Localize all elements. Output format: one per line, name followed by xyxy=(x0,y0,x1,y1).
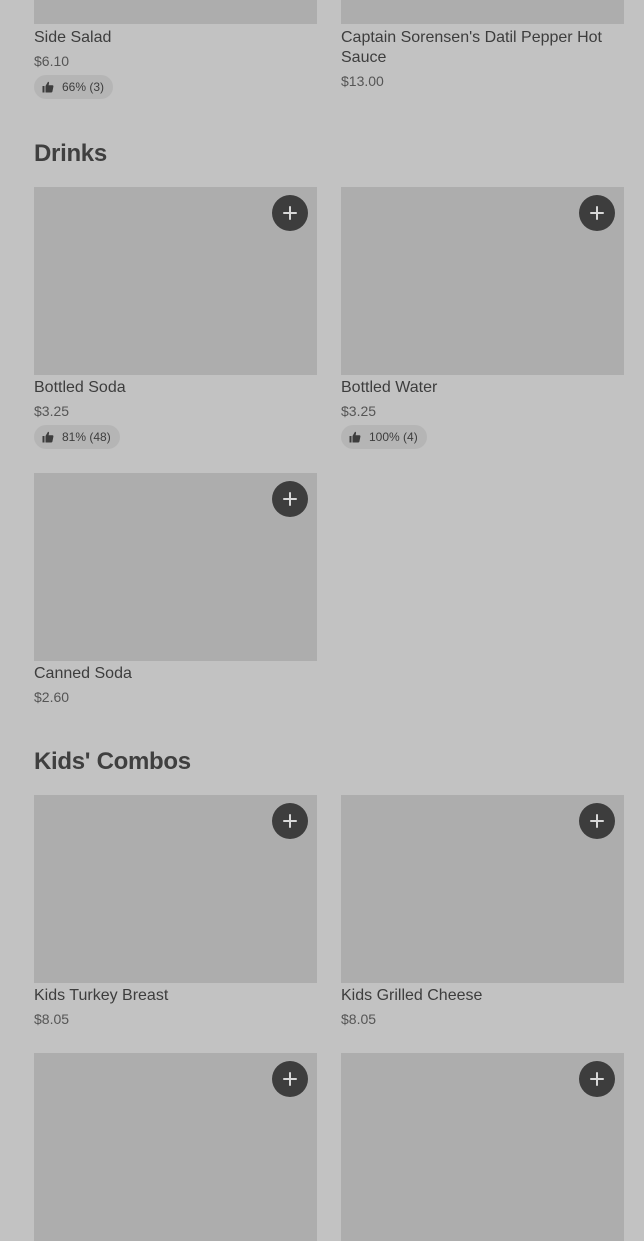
item-name: Kids Turkey Breast xyxy=(34,987,169,1004)
section-title-kids-combos: Kids' Combos xyxy=(34,748,191,775)
rating-text: 66% (3) xyxy=(62,80,105,94)
rating-badge: 81% (48) xyxy=(34,425,120,449)
item-price: $8.05 xyxy=(34,1011,70,1027)
item-price: $3.25 xyxy=(341,403,377,419)
item-name: Kids Grilled Cheese xyxy=(341,987,483,1004)
add-to-cart-button[interactable] xyxy=(579,803,615,839)
item-name: Side Salad xyxy=(34,29,112,46)
section-title-drinks: Drinks xyxy=(34,140,107,167)
plus-icon xyxy=(590,206,604,220)
item-name: Bottled Soda xyxy=(34,379,126,396)
item-name: Captain Sorensen's Datil Pepper Hot Sauc… xyxy=(341,29,602,66)
item-image[interactable] xyxy=(341,0,624,24)
item-name: Bottled Water xyxy=(341,379,438,396)
item-price: $8.05 xyxy=(341,1011,377,1027)
add-to-cart-button[interactable] xyxy=(579,195,615,231)
plus-icon xyxy=(590,1072,604,1086)
item-price: $13.00 xyxy=(341,73,384,89)
thumbs-up-icon xyxy=(349,431,361,443)
plus-icon xyxy=(590,814,604,828)
add-to-cart-button[interactable] xyxy=(272,803,308,839)
rating-text: 100% (4) xyxy=(369,430,418,444)
add-to-cart-button[interactable] xyxy=(272,481,308,517)
item-price: $6.10 xyxy=(34,53,70,69)
plus-icon xyxy=(283,1072,297,1086)
add-to-cart-button[interactable] xyxy=(272,1061,308,1097)
plus-icon xyxy=(283,814,297,828)
thumbs-up-icon xyxy=(42,81,54,93)
plus-icon xyxy=(283,206,297,220)
item-price: $2.60 xyxy=(34,689,70,705)
plus-icon xyxy=(283,492,297,506)
item-price: $3.25 xyxy=(34,403,70,419)
add-to-cart-button[interactable] xyxy=(579,1061,615,1097)
rating-badge: 100% (4) xyxy=(341,425,427,449)
thumbs-up-icon xyxy=(42,431,54,443)
rating-badge: 66% (3) xyxy=(34,75,114,99)
item-name: Canned Soda xyxy=(34,665,132,682)
add-to-cart-button[interactable] xyxy=(272,195,308,231)
item-image[interactable] xyxy=(34,0,317,24)
rating-text: 81% (48) xyxy=(62,430,111,444)
